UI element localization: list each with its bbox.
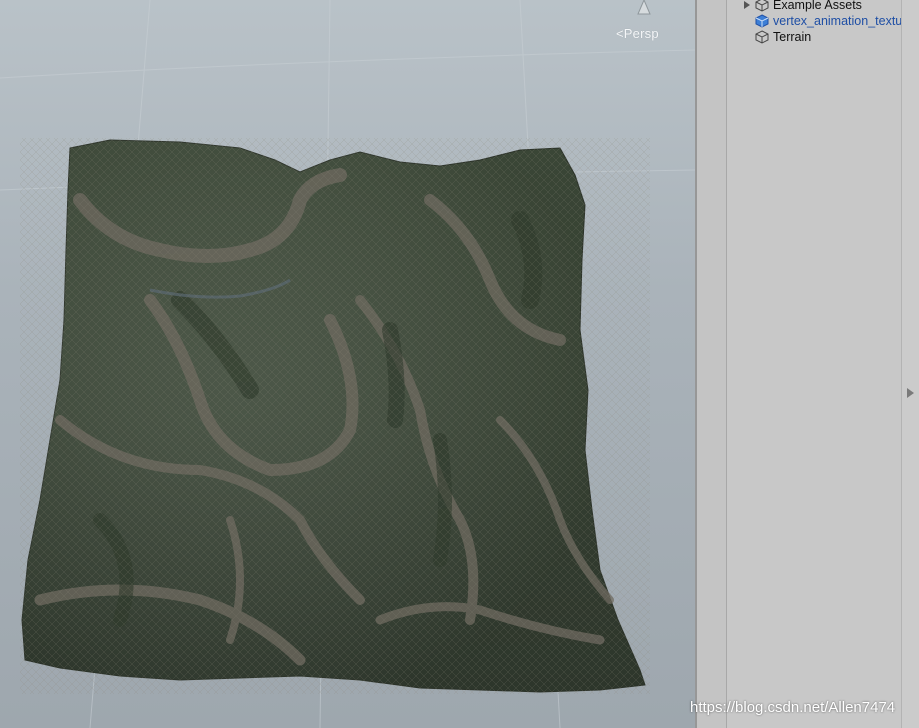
inspector-collapse-strip[interactable] <box>901 0 919 728</box>
prefab-cube-icon <box>755 14 769 28</box>
scene-view[interactable]: <Persp <box>0 0 695 728</box>
hierarchy-item-label: vertex_animation_textu <box>773 14 901 28</box>
hierarchy-item-label: Example Assets <box>773 0 862 12</box>
hierarchy-item-terrain[interactable]: Terrain <box>755 29 811 45</box>
cube-outline-icon <box>755 0 769 12</box>
persp-icon: < <box>616 26 624 41</box>
hierarchy-item-label: Terrain <box>773 30 812 44</box>
hierarchy-item-example-assets[interactable]: Example Assets <box>744 0 862 13</box>
axis-cone-icon[interactable] <box>637 0 651 16</box>
scene-viewport[interactable] <box>0 0 695 728</box>
hierarchy-item-vertex-animation[interactable]: vertex_animation_textu <box>755 13 901 29</box>
hierarchy-indent-gutter <box>697 0 727 728</box>
hierarchy-panel: Example Assets vertex_animation_textu Te… <box>728 0 901 728</box>
terrain-mesh[interactable] <box>20 138 650 694</box>
watermark-text: https://blog.csdn.net/Allen7474 <box>690 699 896 716</box>
scene-orientation-gizmo[interactable]: <Persp <box>600 0 680 46</box>
cube-outline-icon <box>755 30 769 44</box>
expand-arrow-icon[interactable] <box>744 1 750 9</box>
perspective-label: Persp <box>623 26 659 41</box>
perspective-toggle[interactable]: <Persp <box>616 26 659 41</box>
expand-right-icon[interactable] <box>907 388 914 398</box>
